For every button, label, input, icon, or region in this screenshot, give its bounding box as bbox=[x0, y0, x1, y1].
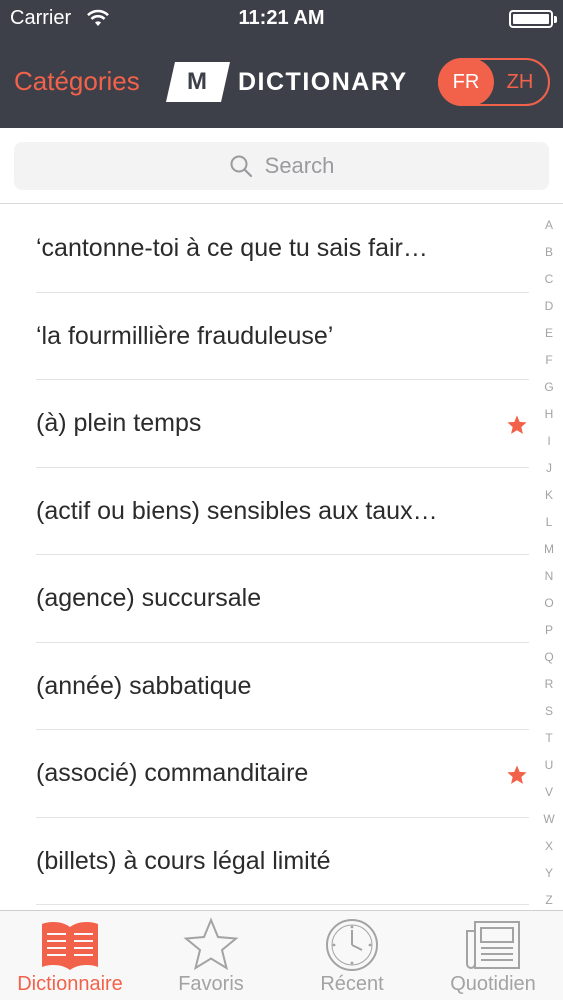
battery-icon bbox=[509, 10, 557, 28]
tab-favoris[interactable]: Favoris bbox=[141, 911, 281, 1000]
language-toggle[interactable]: FR ZH bbox=[438, 58, 550, 106]
entry-term: (actif ou biens) sensibles aux taux… bbox=[36, 496, 438, 525]
list-item[interactable]: (billets) à cours légal limité bbox=[0, 818, 563, 906]
index-letter[interactable]: P bbox=[537, 623, 561, 650]
index-letter[interactable]: M bbox=[537, 542, 561, 569]
index-letter[interactable]: B bbox=[537, 245, 561, 272]
tab-recent[interactable]: Récent bbox=[282, 911, 422, 1000]
favorite-star-icon bbox=[507, 415, 527, 434]
index-letter[interactable]: F bbox=[537, 353, 561, 380]
header: Carrier 11:21 AM Catégories M DICTIONARY… bbox=[0, 0, 563, 128]
lang-fr-option[interactable]: FR bbox=[438, 58, 494, 106]
alphabet-index[interactable]: ABCDEFGHIJKLMNOPQRSTUVWXYZ bbox=[537, 218, 561, 920]
entry-term: (agence) succursale bbox=[36, 584, 262, 612]
index-letter[interactable]: Q bbox=[537, 650, 561, 677]
logo-text: DICTIONARY bbox=[238, 67, 408, 96]
tab-label: Quotidien bbox=[450, 973, 536, 995]
search-placeholder: Search bbox=[264, 153, 335, 178]
index-letter[interactable]: E bbox=[537, 326, 561, 353]
entry-term: (billets) à cours légal limité bbox=[36, 846, 331, 875]
tab-bar: Dictionnaire Favoris Récent Quotidien bbox=[0, 910, 563, 1000]
index-letter[interactable]: V bbox=[537, 785, 561, 812]
index-letter[interactable]: S bbox=[537, 704, 561, 731]
tab-label: Récent bbox=[320, 973, 384, 995]
list-item[interactable]: ‘la fourmillière frauduleuse’ bbox=[0, 293, 563, 381]
newspaper-icon bbox=[466, 921, 520, 969]
clock-icon bbox=[326, 919, 378, 971]
logo-mark: M bbox=[166, 62, 230, 102]
categories-button[interactable]: Catégories bbox=[14, 66, 140, 97]
index-letter[interactable]: Y bbox=[537, 866, 561, 893]
app-logo: M DICTIONARY bbox=[166, 62, 408, 102]
index-letter[interactable]: G bbox=[537, 380, 561, 407]
list-item[interactable]: ‘cantonne-toi à ce que tu sais fair… bbox=[0, 205, 563, 293]
entry-list: ‘cantonne-toi à ce que tu sais fair… ‘la… bbox=[0, 205, 563, 910]
tab-label: Favoris bbox=[178, 973, 244, 995]
status-bar: Carrier 11:21 AM bbox=[0, 0, 563, 40]
index-letter[interactable]: R bbox=[537, 677, 561, 704]
list-item[interactable]: (associé) commanditaire bbox=[0, 730, 563, 818]
tab-dictionnaire[interactable]: Dictionnaire bbox=[0, 911, 140, 1000]
index-letter[interactable]: K bbox=[537, 488, 561, 515]
book-icon bbox=[42, 922, 98, 970]
index-letter[interactable]: D bbox=[537, 299, 561, 326]
entry-term: ‘la fourmillière frauduleuse’ bbox=[36, 321, 334, 350]
search-icon bbox=[230, 155, 252, 178]
entry-term: (associé) commanditaire bbox=[36, 759, 309, 787]
index-letter[interactable]: X bbox=[537, 839, 561, 866]
entry-term: (à) plein temps bbox=[36, 409, 202, 437]
index-letter[interactable]: U bbox=[537, 758, 561, 785]
search-input[interactable]: Search bbox=[14, 142, 549, 190]
index-letter[interactable]: L bbox=[537, 515, 561, 542]
entry-term: (année) sabbatique bbox=[36, 671, 252, 700]
index-letter[interactable]: T bbox=[537, 731, 561, 758]
index-letter[interactable]: A bbox=[537, 218, 561, 245]
index-letter[interactable]: O bbox=[537, 596, 561, 623]
index-letter[interactable]: I bbox=[537, 434, 561, 461]
list-item[interactable]: (agence) succursale bbox=[0, 555, 563, 643]
list-item[interactable]: (à) plein temps bbox=[0, 380, 563, 468]
tab-quotidien[interactable]: Quotidien bbox=[423, 911, 563, 1000]
list-item[interactable]: (actif ou biens) sensibles aux taux… bbox=[0, 468, 563, 556]
index-letter[interactable]: N bbox=[537, 569, 561, 596]
list-item[interactable]: (année) sabbatique bbox=[0, 643, 563, 731]
lang-zh-option[interactable]: ZH bbox=[498, 60, 542, 104]
favorite-star-icon bbox=[507, 765, 527, 784]
index-letter[interactable]: C bbox=[537, 272, 561, 299]
entry-term: ‘cantonne-toi à ce que tu sais fair… bbox=[36, 234, 428, 262]
tab-label: Dictionnaire bbox=[17, 973, 123, 995]
clock-time: 11:21 AM bbox=[238, 7, 325, 29]
index-letter[interactable]: J bbox=[537, 461, 561, 488]
index-letter[interactable]: H bbox=[537, 407, 561, 434]
search-bar-container: Search bbox=[0, 128, 563, 204]
star-icon bbox=[183, 917, 239, 971]
index-letter[interactable]: W bbox=[537, 812, 561, 839]
